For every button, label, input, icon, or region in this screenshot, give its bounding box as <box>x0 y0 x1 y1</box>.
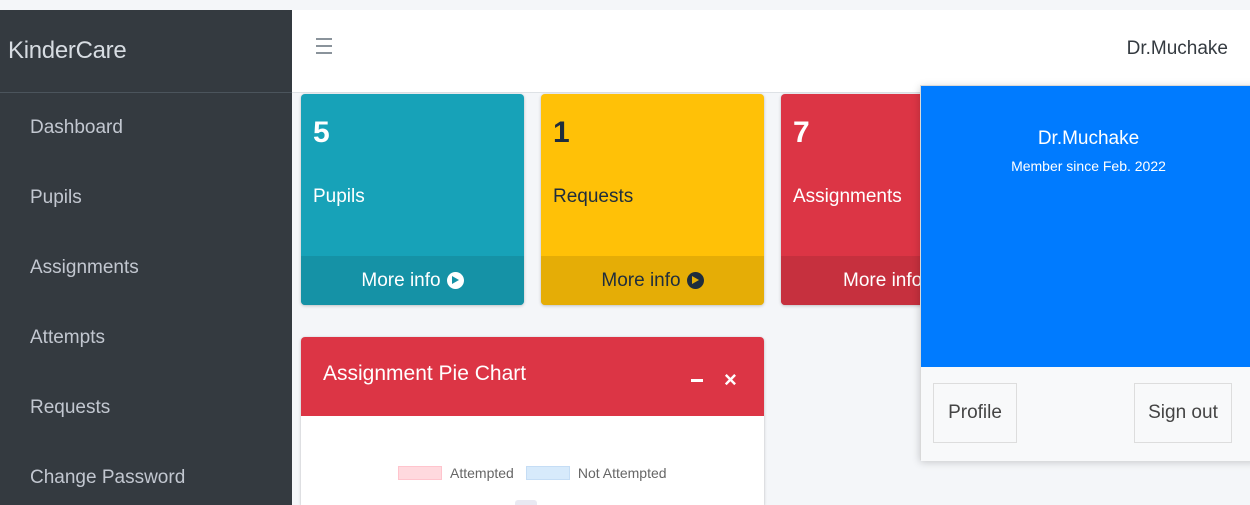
sidebar-item-attempts[interactable]: Attempts <box>0 303 292 373</box>
user-footer: Profile Sign out <box>921 367 1250 461</box>
pupils-count: 5 <box>313 116 330 149</box>
legend-swatch-attempted <box>398 466 442 480</box>
more-info-label: More info <box>843 269 923 291</box>
legend-swatch-not-attempted <box>525 466 570 480</box>
user-dropdown-menu: Dr.Muchake Member since Feb. 2022 Profil… <box>920 85 1250 461</box>
user-header: Dr.Muchake Member since Feb. 2022 <box>921 86 1250 367</box>
arrow-circle-right-icon <box>446 272 464 289</box>
legend-label-not-attempted[interactable]: Not Attempted <box>578 465 667 481</box>
requests-stat-box: 1 Requests More info <box>541 94 764 305</box>
requests-count: 1 <box>553 116 570 149</box>
sign-out-button[interactable]: Sign out <box>1134 383 1232 443</box>
sidebar-item-assignments[interactable]: Assignments <box>0 233 292 303</box>
legend-label-attempted[interactable]: Attempted <box>450 465 514 481</box>
chart-legend: Attempted Not Attempted <box>398 465 667 481</box>
profile-button[interactable]: Profile <box>933 383 1017 443</box>
pupils-stat-box: 5 Pupils More info <box>301 94 524 305</box>
pupils-label: Pupils <box>313 186 365 207</box>
assignment-pie-chart-card: Assignment Pie Chart × Attempted Not Att… <box>301 337 764 505</box>
user-menu-toggle[interactable]: Dr.Muchake <box>1127 38 1228 60</box>
close-icon[interactable]: × <box>724 367 737 393</box>
member-since: Member since Feb. 2022 <box>1011 158 1166 174</box>
sidebar-item-dashboard[interactable]: Dashboard <box>0 93 292 163</box>
user-name: Dr.Muchake <box>1037 128 1140 149</box>
pie-chart-top <box>515 500 537 505</box>
minus-icon[interactable] <box>691 379 703 382</box>
sidebar-item-pupils[interactable]: Pupils <box>0 163 292 233</box>
more-info-label: More info <box>361 269 441 291</box>
assignments-label: Assignments <box>793 186 902 207</box>
sidebar-item-change-password[interactable]: Change Password <box>0 443 292 505</box>
sidebar-item-requests[interactable]: Requests <box>0 373 292 443</box>
sidebar: KinderCare Dashboard Pupils Assignments … <box>0 10 292 505</box>
requests-more-info-link[interactable]: More info <box>541 256 764 305</box>
hamburger-icon[interactable] <box>316 38 332 56</box>
more-info-label: More info <box>601 269 681 291</box>
arrow-circle-right-icon <box>686 272 704 289</box>
requests-label: Requests <box>553 186 634 207</box>
card-title: Assignment Pie Chart <box>323 362 527 385</box>
brand-logo[interactable]: KinderCare <box>0 10 292 93</box>
top-navbar: Dr.Muchake <box>292 10 1250 93</box>
card-header: Assignment Pie Chart × <box>301 337 764 416</box>
assignments-count: 7 <box>793 116 810 149</box>
pupils-more-info-link[interactable]: More info <box>301 256 524 305</box>
